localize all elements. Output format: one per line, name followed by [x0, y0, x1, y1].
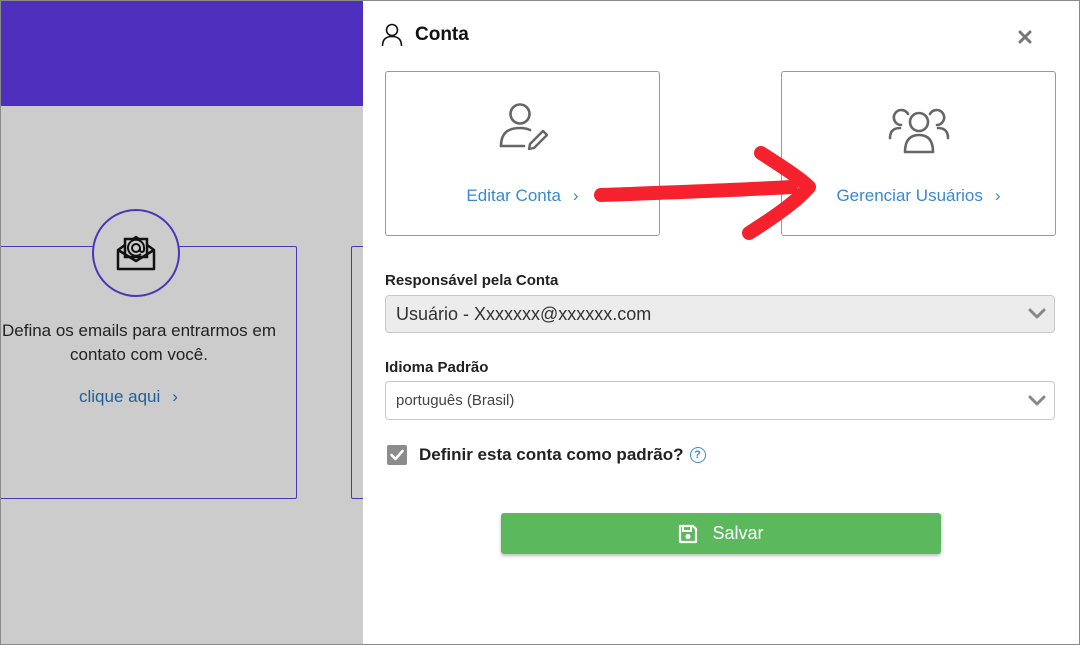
edit-account-link[interactable]: Editar Conta ›	[386, 186, 659, 206]
chevron-down-icon	[1028, 395, 1046, 405]
email-circle-badge	[92, 209, 180, 297]
users-group-icon	[888, 108, 949, 154]
language-select[interactable]: português (Brasil)	[385, 381, 1055, 420]
chevron-right-icon: ›	[172, 387, 178, 406]
language-label: Idioma Padrão	[385, 359, 489, 376]
help-icon[interactable]: ?	[689, 447, 706, 463]
default-account-checkbox[interactable]	[387, 445, 407, 465]
close-button[interactable]	[1015, 27, 1035, 47]
background-card-link[interactable]: clique aqui ›	[79, 387, 178, 407]
manage-users-label[interactable]: Gerenciar Usuários	[836, 186, 982, 205]
chevron-down-icon	[1028, 308, 1046, 319]
floppy-disk-icon	[679, 524, 698, 543]
modal-title: Conta	[415, 24, 469, 45]
user-icon	[381, 23, 403, 47]
screenshot-frame: Defina os emails para entrarmos em conta…	[0, 0, 1080, 645]
manage-users-card[interactable]: Gerenciar Usuários ›	[781, 71, 1056, 236]
background-card-text: Defina os emails para entrarmos em conta…	[1, 321, 276, 364]
manage-users-link[interactable]: Gerenciar Usuários ›	[782, 186, 1055, 206]
default-account-row: Definir esta conta como padrão? ?	[387, 445, 706, 465]
background-card-link-label[interactable]: clique aqui	[79, 387, 160, 406]
modal-header: Conta	[381, 23, 469, 47]
save-button[interactable]: Salvar	[501, 513, 941, 554]
save-button-label[interactable]: Salvar	[712, 523, 763, 544]
owner-label: Responsável pela Conta	[385, 272, 559, 289]
user-edit-icon	[499, 103, 548, 151]
email-envelope-icon	[116, 235, 156, 271]
close-icon	[1018, 30, 1032, 44]
chevron-right-icon: ›	[572, 186, 579, 205]
owner-select[interactable]: Usuário - Xxxxxxx@xxxxxx.com	[385, 295, 1055, 333]
default-account-label: Definir esta conta como padrão?	[419, 445, 684, 464]
edit-account-label[interactable]: Editar Conta	[466, 186, 561, 205]
edit-account-card[interactable]: Editar Conta ›	[385, 71, 660, 236]
chevron-right-icon: ›	[994, 186, 1001, 205]
language-select-value: português (Brasil)	[396, 392, 515, 409]
account-modal: Conta Editar Conta › Gerenciar Usuários …	[363, 1, 1079, 644]
checkmark-icon	[390, 449, 404, 461]
owner-select-value: Usuário - Xxxxxxx@xxxxxx.com	[396, 303, 652, 324]
